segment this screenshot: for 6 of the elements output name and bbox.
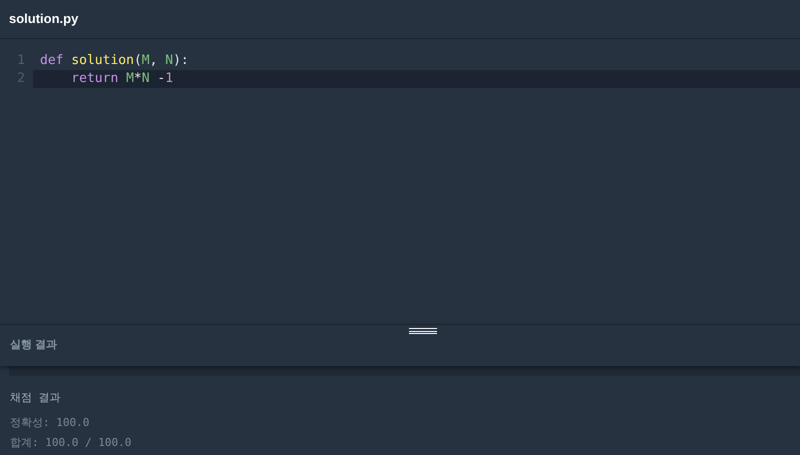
score-line: 정확성: 100.0 xyxy=(10,414,90,430)
grading-title: 채점 결과 xyxy=(10,390,62,406)
resize-handle-icon[interactable] xyxy=(409,327,437,335)
score-line: 합계: 100.0 / 100.0 xyxy=(10,435,132,451)
file-tab-title[interactable]: solution.py xyxy=(9,9,78,29)
panel-title: 실행 결과 xyxy=(10,338,58,354)
